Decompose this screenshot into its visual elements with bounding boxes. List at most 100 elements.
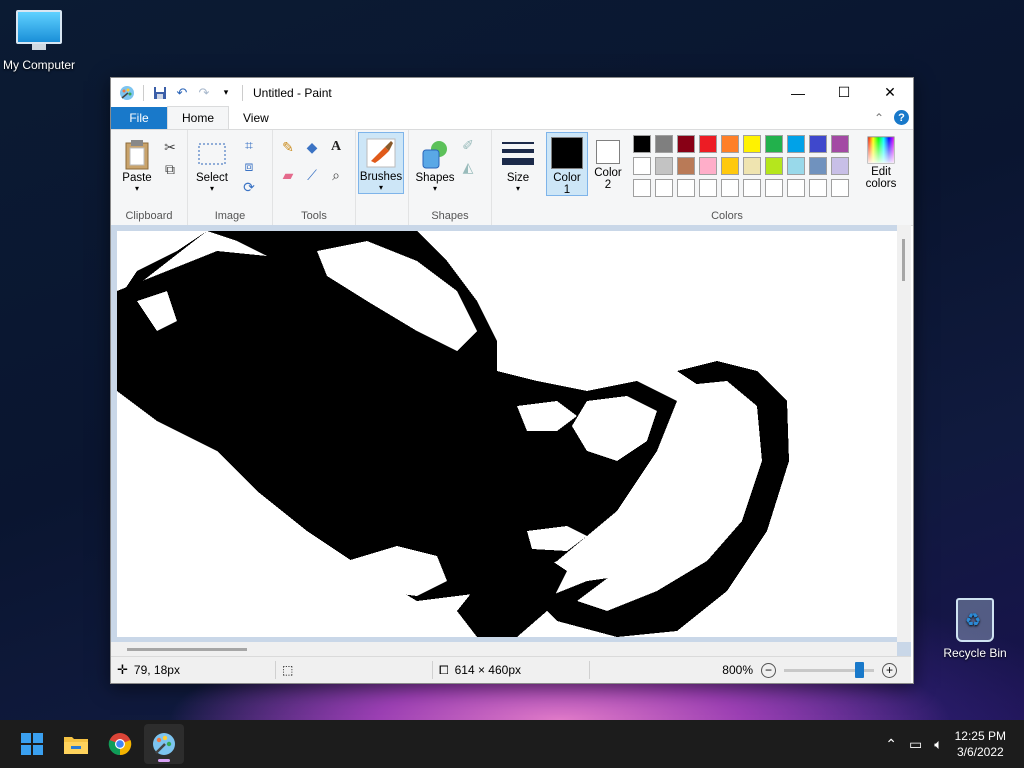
save-icon[interactable] [152,85,168,101]
drawing-canvas[interactable] [117,231,897,637]
desktop-icon-my-computer[interactable]: My Computer [0,10,84,72]
desktop-icon-label: My Computer [2,58,76,72]
show-hidden-icons-icon[interactable]: ⌃ [885,736,897,753]
shapes-group: Shapes ▾ ✐ ◭ Shapes [409,130,492,225]
color2-button[interactable]: Color 2 [588,132,628,194]
palette-swatch[interactable] [655,135,673,153]
color-picker-icon[interactable]: ⟋ [303,166,321,184]
minimize-button[interactable]: — [775,78,821,107]
palette-swatch[interactable] [765,179,783,197]
paint-app-icon[interactable] [119,85,135,101]
customize-dropdown-icon[interactable]: ▾ [218,85,234,101]
clock[interactable]: 12:25 PM 3/6/2022 [955,728,1006,760]
fill-icon[interactable]: ◭ [459,158,477,176]
desktop-icon-recycle-bin[interactable]: ♻ Recycle Bin [930,598,1020,660]
quick-access-toolbar: ↶ ↷ ▾ [111,84,245,101]
edit-colors-button[interactable]: Edit colors [858,132,904,194]
palette-swatch[interactable] [699,157,717,175]
palette-swatch[interactable] [765,157,783,175]
zoom-out-button[interactable]: − [761,662,776,678]
palette-swatch[interactable] [831,135,849,153]
palette-swatch[interactable] [721,179,739,197]
palette-swatch[interactable] [633,157,651,175]
palette-swatch[interactable] [633,135,651,153]
undo-icon[interactable]: ↶ [174,85,190,101]
select-button[interactable]: Select ▾ [190,134,234,196]
palette-swatch[interactable] [831,179,849,197]
size-button[interactable]: Size ▾ [496,134,540,196]
taskbar-chrome[interactable] [100,724,140,764]
brushes-label: Brushes [359,171,403,183]
tab-file[interactable]: File [111,107,167,129]
paint-window: ↶ ↷ ▾ Untitled - Paint — ☐ ✕ File Home V… [110,77,914,684]
palette-swatch[interactable] [809,157,827,175]
taskbar-paint[interactable] [144,724,184,764]
vertical-scrollbar[interactable] [897,225,911,642]
chevron-down-icon: ▾ [515,184,520,193]
taskbar-file-explorer[interactable] [56,724,96,764]
palette-swatch[interactable] [743,135,761,153]
vertical-scroll-thumb[interactable] [902,239,905,281]
zoom-slider-knob[interactable] [855,661,864,678]
color2-swatch [596,140,620,164]
brushes-button[interactable]: Brushes ▾ [358,132,404,194]
fill-bucket-icon[interactable]: ◆ [303,138,321,156]
pencil-icon[interactable]: ✎ [279,138,297,156]
maximize-button[interactable]: ☐ [821,78,867,107]
title-bar[interactable]: ↶ ↷ ▾ Untitled - Paint — ☐ ✕ [111,78,913,107]
outline-icon[interactable]: ✐ [459,136,477,154]
copy-icon[interactable]: ⧉ [161,160,179,178]
palette-swatch[interactable] [633,179,651,197]
color-palette [632,134,852,200]
palette-swatch[interactable] [831,157,849,175]
shapes-button[interactable]: Shapes ▾ [413,134,457,196]
palette-swatch[interactable] [677,157,695,175]
size-group: Size ▾ [492,130,544,225]
palette-swatch[interactable] [699,179,717,197]
crop-icon[interactable]: ⌗ [240,136,258,154]
palette-swatch[interactable] [655,157,673,175]
brushes-group: Brushes ▾ [356,130,409,225]
resize-icon[interactable]: ⧈ [240,157,258,175]
chrome-icon [108,733,132,756]
color1-number: 1 [563,184,571,196]
palette-swatch[interactable] [787,135,805,153]
network-icon[interactable]: ▭ [909,736,922,753]
rotate-icon[interactable]: ⟳ [240,178,258,196]
palette-swatch[interactable] [809,179,827,197]
palette-swatch[interactable] [787,179,805,197]
palette-swatch[interactable] [765,135,783,153]
color1-button[interactable]: Color 1 [546,132,588,196]
text-icon[interactable]: A [327,138,345,156]
zoom-slider[interactable] [784,661,874,678]
palette-swatch[interactable] [677,135,695,153]
paste-button[interactable]: Paste ▾ [115,134,159,196]
palette-swatch[interactable] [721,157,739,175]
palette-swatch[interactable] [721,135,739,153]
close-button[interactable]: ✕ [867,78,913,107]
magnifier-icon[interactable]: ⌕ [327,166,345,184]
palette-swatch[interactable] [787,157,805,175]
horizontal-scrollbar[interactable] [111,642,897,657]
recycle-bin-icon: ♻ [956,598,994,642]
collapse-ribbon-icon[interactable]: ⌃ [874,111,884,125]
tab-view[interactable]: View [229,107,283,129]
palette-swatch[interactable] [655,179,673,197]
paint-icon [153,733,175,755]
start-button[interactable] [12,724,52,764]
palette-swatch[interactable] [809,135,827,153]
redo-icon[interactable]: ↷ [196,85,212,101]
cut-icon[interactable]: ✂ [161,138,179,156]
tab-home[interactable]: Home [167,106,230,129]
help-icon[interactable]: ? [894,110,909,125]
palette-swatch[interactable] [677,179,695,197]
horizontal-scroll-thumb[interactable] [127,648,247,651]
zoom-in-button[interactable]: + [882,662,897,678]
eraser-icon[interactable]: ▰ [279,166,297,184]
palette-swatch[interactable] [743,179,761,197]
palette-swatch[interactable] [743,157,761,175]
palette-swatch[interactable] [699,135,717,153]
file-explorer-icon [64,737,88,754]
color1-label: Color [553,172,581,184]
volume-icon[interactable]: 🔈︎ [934,736,942,753]
